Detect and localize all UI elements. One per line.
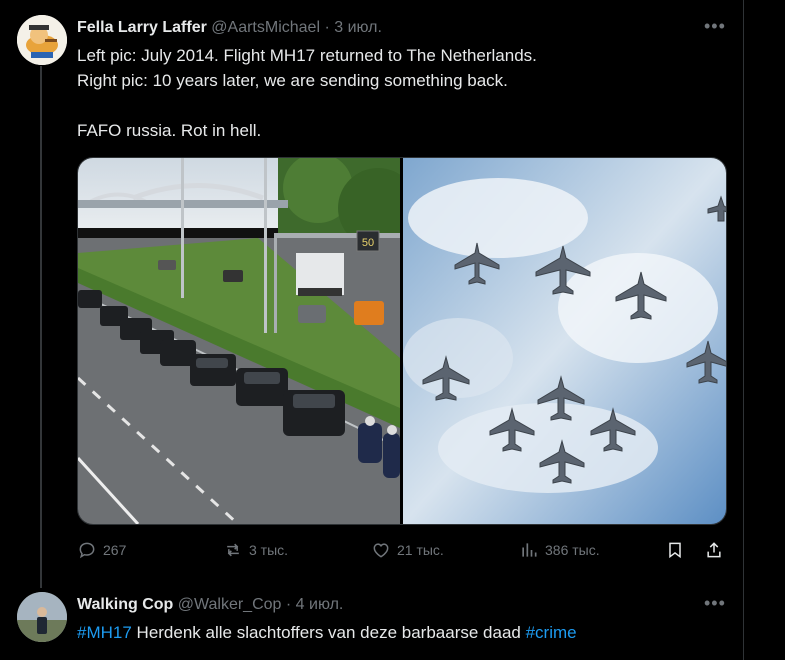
timestamp[interactable]: 3 июл. bbox=[334, 19, 382, 36]
tweet-media[interactable]: 50 bbox=[77, 157, 727, 525]
tweet-text: #MH17 Herdenk alle slachtoffers van deze… bbox=[77, 620, 577, 645]
convoy-image[interactable]: 50 bbox=[78, 158, 418, 524]
tweet-line: FAFO russia. Rot in hell. bbox=[77, 121, 262, 140]
tweet-body: Herdenk alle slachtoffers van deze barba… bbox=[131, 623, 526, 642]
avatar[interactable] bbox=[17, 592, 67, 642]
views-button[interactable]: 386 тыс. bbox=[519, 540, 600, 560]
handle[interactable]: @AartsMichael bbox=[211, 19, 320, 36]
display-name[interactable]: Fella Larry Laffer bbox=[77, 19, 207, 36]
tweet-actions: 267 3 тыс. 21 тыс. 386 тыс. bbox=[77, 540, 725, 564]
separator: · bbox=[281, 596, 296, 613]
bookmark-button[interactable] bbox=[665, 540, 685, 560]
tweet-header: Fella Larry Laffer @AartsMichael · 3 июл… bbox=[77, 19, 382, 37]
views-count: 386 тыс. bbox=[545, 542, 600, 558]
more-icon[interactable]: ••• bbox=[704, 16, 726, 37]
tweet-text: Left pic: July 2014. Flight MH17 returne… bbox=[77, 43, 537, 143]
avatar[interactable] bbox=[17, 15, 67, 65]
repost-count: 3 тыс. bbox=[249, 542, 289, 558]
share-button[interactable] bbox=[704, 540, 724, 560]
views-icon bbox=[522, 543, 537, 557]
thread-connector-line bbox=[40, 66, 42, 588]
tweet-line: Right pic: 10 years later, we are sendin… bbox=[77, 71, 508, 90]
like-icon bbox=[373, 543, 389, 558]
like-count: 21 тыс. bbox=[397, 542, 444, 558]
hashtag-link[interactable]: #MH17 bbox=[77, 623, 132, 642]
reply-count: 267 bbox=[103, 542, 127, 558]
separator: · bbox=[320, 19, 335, 36]
tweet-header: Walking Cop @Walker_Cop · 4 июл. bbox=[77, 596, 343, 614]
repost-icon bbox=[227, 543, 239, 557]
reply-button[interactable]: 267 bbox=[77, 540, 126, 560]
timestamp[interactable]: 4 июл. bbox=[296, 596, 344, 613]
fighter-jets-image[interactable] bbox=[403, 158, 726, 524]
repost-button[interactable]: 3 тыс. bbox=[223, 540, 288, 560]
tweet-line: Left pic: July 2014. Flight MH17 returne… bbox=[77, 46, 537, 65]
speed-sign-text: 50 bbox=[362, 237, 374, 249]
like-button[interactable]: 21 тыс. bbox=[371, 540, 444, 560]
hashtag-link[interactable]: #crime bbox=[526, 623, 577, 642]
handle[interactable]: @Walker_Cop bbox=[178, 596, 282, 613]
more-icon[interactable]: ••• bbox=[704, 593, 726, 614]
reply-icon bbox=[79, 542, 95, 559]
share-icon bbox=[707, 542, 721, 558]
column-divider bbox=[743, 0, 744, 660]
display-name[interactable]: Walking Cop bbox=[77, 596, 173, 613]
bookmark-icon bbox=[669, 542, 681, 559]
